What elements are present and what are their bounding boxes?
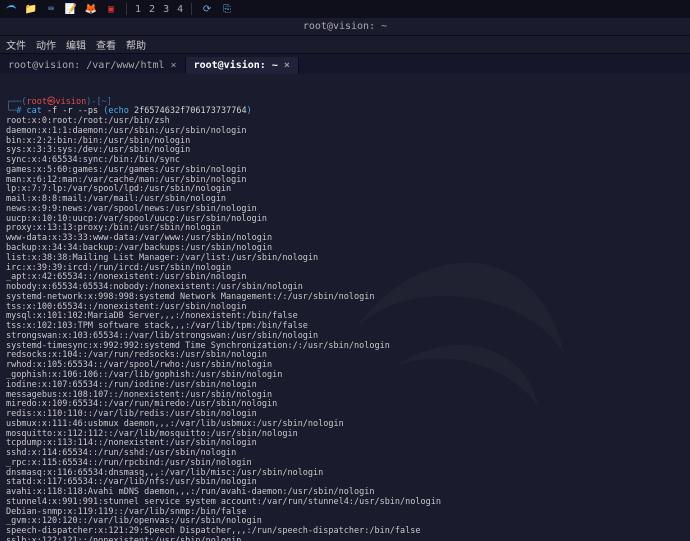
workspace-switcher: 1 2 3 4 bbox=[135, 4, 183, 15]
files-icon[interactable]: 📁 bbox=[24, 2, 38, 16]
terminal-window: root@vision: ~ 文件 动作 编辑 查看 帮助 root@visio… bbox=[0, 18, 690, 541]
separator bbox=[191, 3, 192, 15]
workspace-4[interactable]: 4 bbox=[177, 4, 183, 15]
window-title: root@vision: ~ bbox=[0, 21, 690, 32]
menu-help[interactable]: 帮助 bbox=[126, 37, 146, 52]
panel-left: 📁 ⌨ 📝 🦊 ▣ 1 2 3 4 ⟳ ⎘ bbox=[4, 2, 234, 16]
menu-action[interactable]: 动作 bbox=[36, 37, 56, 52]
separator bbox=[126, 3, 127, 15]
output-block: root:x:0:root:/root:/usr/bin/zsh daemon:… bbox=[6, 117, 684, 541]
editor-icon[interactable]: 📝 bbox=[64, 2, 78, 16]
tabbar: root@vision: /var/www/html × root@vision… bbox=[0, 54, 690, 74]
close-icon[interactable]: × bbox=[171, 60, 177, 71]
workspace-3[interactable]: 3 bbox=[163, 4, 169, 15]
menu-edit[interactable]: 编辑 bbox=[66, 37, 86, 52]
menubar: 文件 动作 编辑 查看 帮助 bbox=[0, 36, 690, 54]
tab-2[interactable]: root@vision: ~ × bbox=[186, 57, 299, 74]
titlebar[interactable]: root@vision: ~ bbox=[0, 18, 690, 36]
tray-icon-2[interactable]: ⎘ bbox=[220, 2, 234, 16]
tab-1-label: root@vision: /var/www/html bbox=[8, 60, 165, 71]
tab-2-label: root@vision: ~ bbox=[194, 60, 278, 71]
tab-1[interactable]: root@vision: /var/www/html × bbox=[0, 57, 186, 74]
workspace-2[interactable]: 2 bbox=[149, 4, 155, 15]
menu-file[interactable]: 文件 bbox=[6, 37, 26, 52]
terminal-output[interactable]: ┌──(root㉿vision)-[~] └─# cat -f -r --ps … bbox=[0, 74, 690, 541]
menu-view[interactable]: 查看 bbox=[96, 37, 116, 52]
desktop-panel: 📁 ⌨ 📝 🦊 ▣ 1 2 3 4 ⟳ ⎘ bbox=[0, 0, 690, 18]
kali-logo-icon[interactable] bbox=[4, 2, 18, 16]
workspace-1[interactable]: 1 bbox=[135, 4, 141, 15]
command: cat -f -r --ps (echo 2f6574632f706173737… bbox=[27, 106, 252, 116]
close-icon[interactable]: × bbox=[284, 60, 290, 71]
app-icon[interactable]: ▣ bbox=[104, 2, 118, 16]
terminal-icon[interactable]: ⌨ bbox=[44, 2, 58, 16]
firefox-icon[interactable]: 🦊 bbox=[84, 2, 98, 16]
prompt-line-2: └─# bbox=[6, 106, 27, 116]
tray-icon-1[interactable]: ⟳ bbox=[200, 2, 214, 16]
